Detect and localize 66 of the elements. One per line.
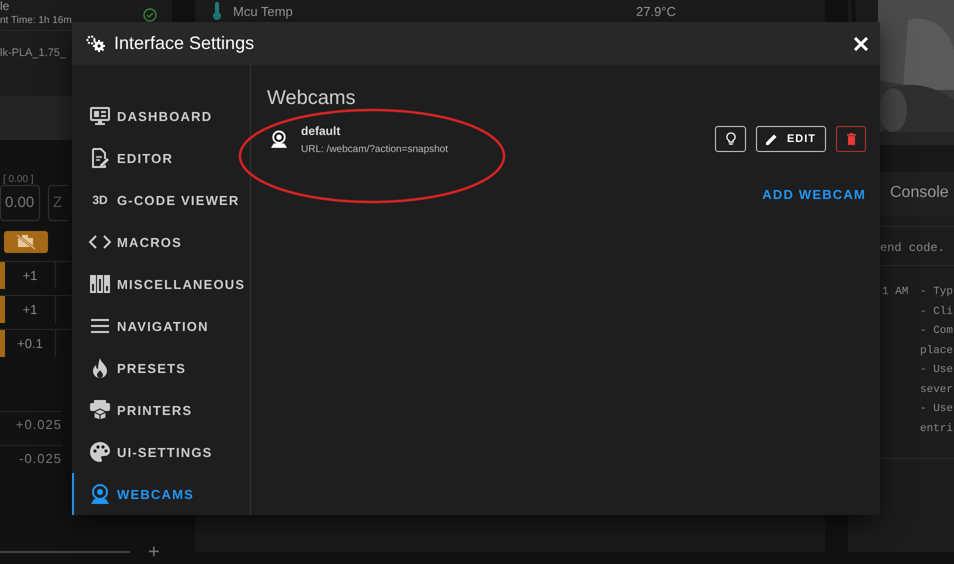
step-indicator [0,330,5,357]
log-line: - Use [920,364,954,378]
nav-item[interactable]: PRESETS [72,347,250,389]
step-button[interactable]: +0.1 [5,330,56,357]
webcam-url: URL: /webcam/?action=snapshot [301,144,450,154]
position-label: [ 0.00 ] [2,174,35,185]
document-edit-icon [91,148,109,168]
step-button[interactable]: +1 [5,296,56,323]
nav-item[interactable]: MISCELLANEOUS [72,263,250,305]
console-title: Console [890,184,949,202]
palette-icon [90,442,110,462]
sensor-value: 27.9°C [636,4,676,18]
thermometer-icon [213,2,221,20]
webcam-icon [91,484,109,504]
print-time: nt Time: 1h 16m [0,14,72,26]
offset-button[interactable]: -0.025 [0,444,62,472]
light-bulb-icon [726,132,736,146]
file-name: lk-PLA_1.75_ [0,46,66,59]
step-button[interactable]: +1 [5,262,56,289]
log-time: 1 AM [881,286,910,300]
nav-item[interactable]: PRINTERS [72,389,250,431]
dialog-title: Interface Settings [114,33,256,54]
status-text: le [0,0,10,13]
step-indicator [0,262,5,289]
nav-item[interactable]: WEBCAMS [72,473,250,515]
log-line: - Cli [920,306,954,320]
dashboard-icon [90,107,110,125]
motors-off-button[interactable] [4,230,48,253]
command-field[interactable]: end code. [880,241,945,255]
close-icon[interactable] [854,36,868,50]
log-line: - Com [920,325,954,339]
trash-icon [846,133,856,145]
columns-icon [90,275,110,293]
nav-item[interactable]: EDITOR [72,137,250,179]
gears-icon [86,34,106,52]
log-line: sever [920,384,954,398]
nav-item[interactable]: 3D G-CODE VIEWER [72,179,250,221]
nav-item[interactable]: DASHBOARD [72,95,250,137]
nav-item[interactable]: UI-SETTINGS [72,431,250,473]
flame-icon [92,358,108,378]
webcam-icon [271,129,287,149]
menu-icon [91,319,109,333]
nav-item[interactable]: NAVIGATION [72,305,250,347]
printer-icon [90,400,110,420]
sensor-name: Mcu Temp [233,4,294,18]
light-button[interactable] [715,126,746,152]
log-line: place [920,344,954,358]
plus-button[interactable]: + [148,540,160,564]
pencil-icon [766,133,778,145]
webcam-name: default [301,124,342,138]
motor-off-icon [15,234,37,250]
delete-button[interactable] [836,126,866,152]
nav-item[interactable]: MACROS [72,221,250,263]
step-indicator [0,296,5,323]
log-line: - Use [920,403,954,417]
add-webcam-link[interactable]: ADD WEBCAM [762,187,866,202]
position-field[interactable]: 0.00 [0,184,40,221]
code-brackets-icon [89,234,111,250]
log-line: - Typ [920,286,954,300]
check-circle-icon [143,8,157,22]
3d-badge-icon: 3D [92,193,108,207]
slider-track[interactable] [0,551,130,554]
edit-button[interactable]: EDIT [756,126,826,152]
offset-button[interactable]: +0.025 [0,410,62,438]
section-title: Webcams [267,87,357,110]
log-line: entri [920,422,954,436]
